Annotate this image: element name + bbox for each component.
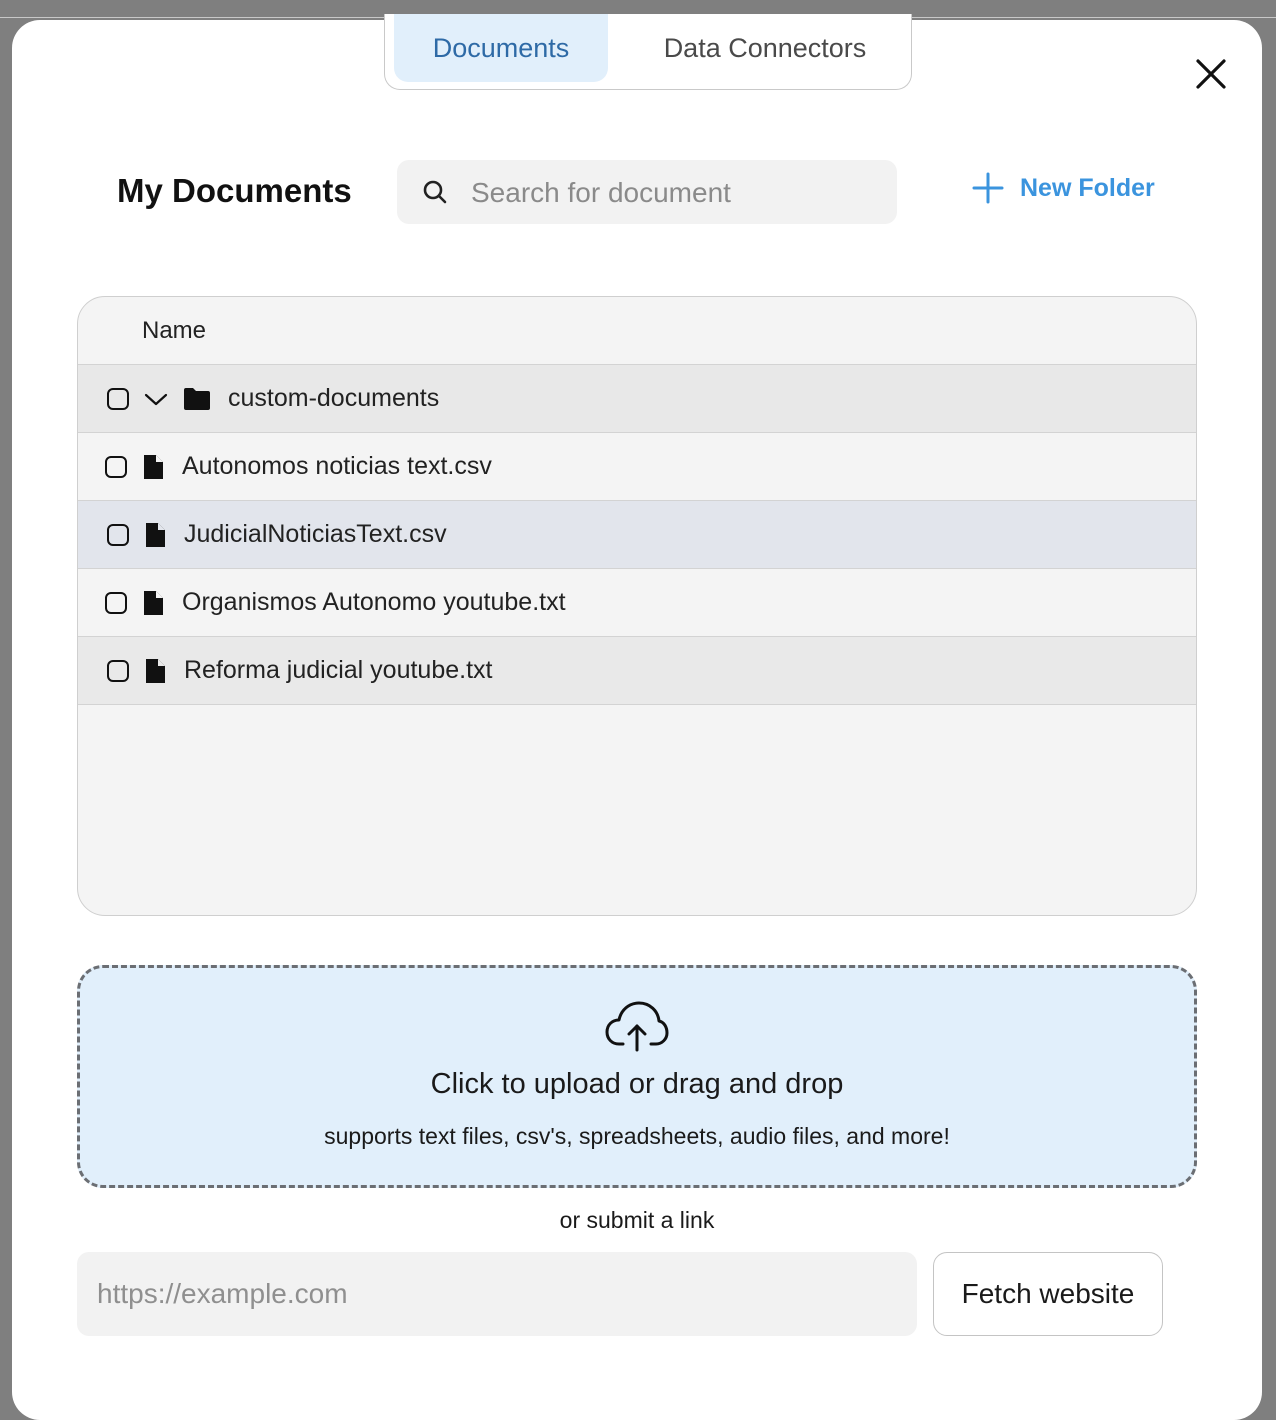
file-icon bbox=[146, 658, 165, 683]
upload-subtitle: supports text files, csv's, spreadsheets… bbox=[324, 1123, 950, 1149]
file-icon bbox=[144, 590, 163, 615]
tab-data-connectors[interactable]: Data Connectors bbox=[635, 14, 895, 82]
row-checkbox[interactable] bbox=[107, 387, 129, 410]
search-input[interactable] bbox=[469, 160, 883, 226]
submit-link-label: or submit a link bbox=[559, 1207, 715, 1233]
table-row[interactable]: Autonomos noticias text.csv bbox=[78, 433, 1196, 501]
documents-modal: Documents Data Connectors My Documents N… bbox=[12, 14, 1262, 1420]
row-checkbox[interactable] bbox=[107, 523, 129, 546]
documents-table: Name custom-documents Autonomos noticias… bbox=[77, 296, 1197, 916]
table-row[interactable]: Reforma judicial youtube.txt bbox=[78, 637, 1196, 705]
tab-switcher: Documents Data Connectors bbox=[384, 14, 912, 90]
url-input[interactable] bbox=[77, 1252, 917, 1336]
table-row[interactable]: JudicialNoticiasText.csv bbox=[78, 501, 1196, 569]
upload-dropzone[interactable]: Click to upload or drag and drop support… bbox=[77, 965, 1197, 1188]
file-name: Autonomos noticias text.csv bbox=[182, 452, 492, 480]
folder-icon bbox=[184, 387, 210, 410]
upload-title: Click to upload or drag and drop bbox=[430, 1068, 844, 1100]
chevron-down-icon[interactable] bbox=[143, 389, 169, 409]
search-icon bbox=[423, 180, 447, 204]
plus-icon bbox=[972, 172, 1004, 204]
row-checkbox[interactable] bbox=[107, 659, 129, 682]
table-row[interactable]: Organismos Autonomo youtube.txt bbox=[78, 569, 1196, 637]
close-icon[interactable] bbox=[1192, 55, 1230, 93]
new-folder-label: New Folder bbox=[1020, 173, 1155, 202]
new-folder-button[interactable]: New Folder bbox=[972, 172, 1155, 204]
cloud-upload-icon bbox=[605, 1001, 669, 1052]
file-name: Organismos Autonomo youtube.txt bbox=[182, 588, 566, 616]
folder-name: custom-documents bbox=[228, 384, 440, 412]
file-icon bbox=[146, 522, 165, 547]
fetch-website-button[interactable]: Fetch website bbox=[933, 1252, 1163, 1336]
file-icon bbox=[144, 454, 163, 479]
tab-documents[interactable]: Documents bbox=[394, 14, 608, 82]
row-checkbox[interactable] bbox=[105, 455, 127, 478]
table-header-name: Name bbox=[78, 297, 1196, 365]
page-title: My Documents bbox=[117, 172, 352, 209]
row-checkbox[interactable] bbox=[105, 591, 127, 614]
file-name: JudicialNoticiasText.csv bbox=[184, 520, 447, 548]
file-name: Reforma judicial youtube.txt bbox=[184, 656, 493, 684]
table-row-folder[interactable]: custom-documents bbox=[78, 365, 1196, 433]
search-box bbox=[397, 160, 897, 226]
